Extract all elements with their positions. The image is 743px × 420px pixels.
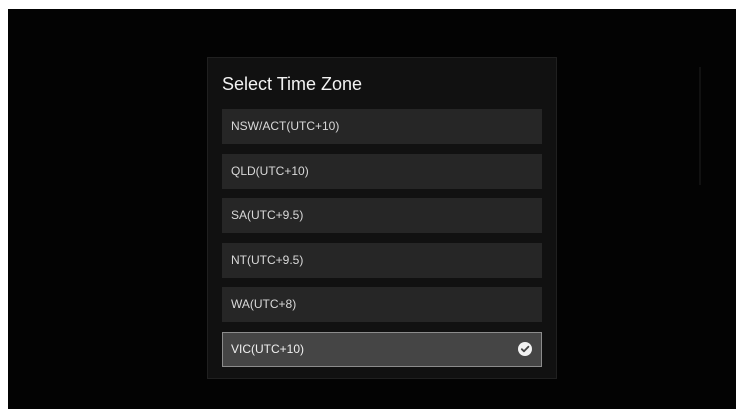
time-zone-option-vic[interactable]: VIC(UTC+10) xyxy=(222,331,542,367)
time-zone-option-wa[interactable]: WA(UTC+8) xyxy=(222,287,542,322)
time-zone-option-label: QLD(UTC+10) xyxy=(231,163,309,178)
time-zone-option-sa[interactable]: SA(UTC+9.5) xyxy=(222,198,542,233)
time-zone-option-qld[interactable]: QLD(UTC+10) xyxy=(222,153,542,189)
background-divider xyxy=(699,67,701,185)
time-zone-option-label: NSW/ACT(UTC+10) xyxy=(231,119,340,133)
time-zone-list: NSW/ACT(UTC+10) QLD(UTC+10) SA(UTC+9.5) … xyxy=(222,109,542,376)
time-zone-option-nt[interactable]: NT(UTC+9.5) xyxy=(222,242,542,278)
time-zone-option-label: VIC(UTC+10) xyxy=(231,341,305,356)
time-zone-dialog: Select Time Zone NSW/ACT(UTC+10) QLD(UTC… xyxy=(207,57,557,379)
check-circle-icon xyxy=(518,341,532,356)
time-zone-option-label: NT(UTC+9.5) xyxy=(231,252,304,267)
time-zone-option-nsw-act[interactable]: NSW/ACT(UTC+10) xyxy=(222,109,542,144)
dialog-title: Select Time Zone xyxy=(222,74,363,94)
tv-screen: Select Time Zone NSW/ACT(UTC+10) QLD(UTC… xyxy=(8,9,736,409)
time-zone-option-label: WA(UTC+8) xyxy=(231,297,297,311)
time-zone-option-label: SA(UTC+9.5) xyxy=(231,208,304,222)
